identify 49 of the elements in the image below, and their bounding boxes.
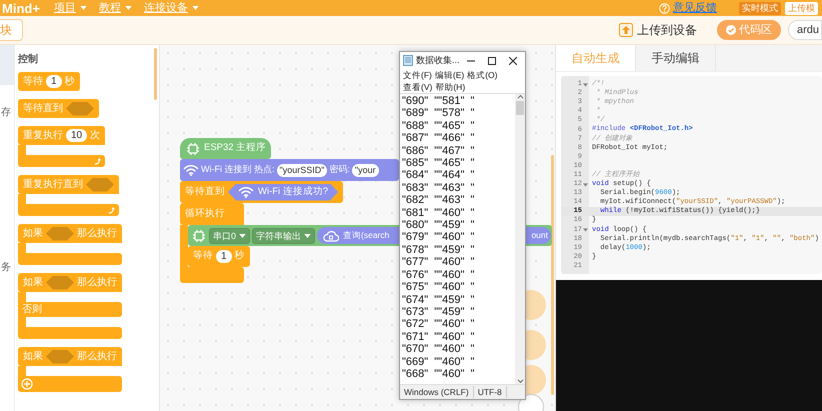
text-line: "681" ""460" " <box>402 206 476 220</box>
block-label: 秒 <box>64 74 75 89</box>
text-line: "675" ""460" " <box>402 281 476 294</box>
block-label: ESP32 主程序 <box>204 141 266 156</box>
block-label: 密码: <box>329 163 350 176</box>
text-line: "669" ""460" " <box>402 356 476 368</box>
block-label: 那么执行 <box>77 350 117 364</box>
text-line: "674" ""459" " <box>402 294 476 306</box>
text-line: "668" ""460" " <box>402 368 476 380</box>
text-line: "686" ""467" " <box>402 144 476 158</box>
block-label: Wi-Fi 连接成功? <box>258 184 328 199</box>
block-label: 等待 <box>23 74 43 89</box>
status-text: Windows (CRLF) <box>400 386 474 398</box>
text-line: "690" ""581" " <box>402 95 476 108</box>
text-line: "672" ""460" " <box>402 318 476 331</box>
block-label: 循环执行 <box>185 206 225 221</box>
text-line: "684" ""464" " <box>402 169 476 182</box>
palette-title: 控制 <box>18 52 39 67</box>
block-label: 如果 <box>23 350 43 364</box>
block-label: 如果 <box>23 227 43 241</box>
text-line: "689" ""578" " <box>402 107 476 120</box>
text-line: "679" ""460" " <box>402 231 476 244</box>
block-label: 那么执行 <box>77 276 117 290</box>
text-line: "673" ""459" " <box>402 306 476 318</box>
text-line: "687" ""466" " <box>402 132 476 145</box>
block-label: ount <box>531 229 548 242</box>
block-label: 等待直到 <box>23 102 63 116</box>
text-line: "670" ""460" " <box>402 343 476 356</box>
block-label: 次 <box>90 129 100 143</box>
block-label: 那么执行 <box>77 226 117 241</box>
text-line: "685" ""465" " <box>402 157 476 170</box>
block-label: 等待直到 <box>185 184 225 199</box>
text-line: "671" ""460" " <box>402 330 476 344</box>
text-line: "676" ""460" " <box>402 268 476 282</box>
block-label: 重复执行 <box>23 128 63 143</box>
block-label: 否则 <box>22 303 42 317</box>
block-label: 重复执行直到 <box>23 178 83 192</box>
block-label: 查询(search <box>343 229 390 242</box>
block-label: 如果 <box>23 276 43 290</box>
text-line: "677" ""460" " <box>402 256 476 269</box>
text-line: "683" ""463" " <box>402 182 476 194</box>
app-logo: Mind+ <box>2 2 40 14</box>
block-label: 等待 <box>193 249 213 264</box>
block-label: Wi-Fi 连接到 热点: <box>201 163 274 176</box>
status-text: UTF-8 <box>474 386 507 398</box>
text-line: "678" ""459" " <box>402 244 476 256</box>
text-line: "688" ""465" " <box>402 120 476 132</box>
block-label: 秒 <box>234 249 245 264</box>
window-title: 数据收集... <box>416 54 460 67</box>
